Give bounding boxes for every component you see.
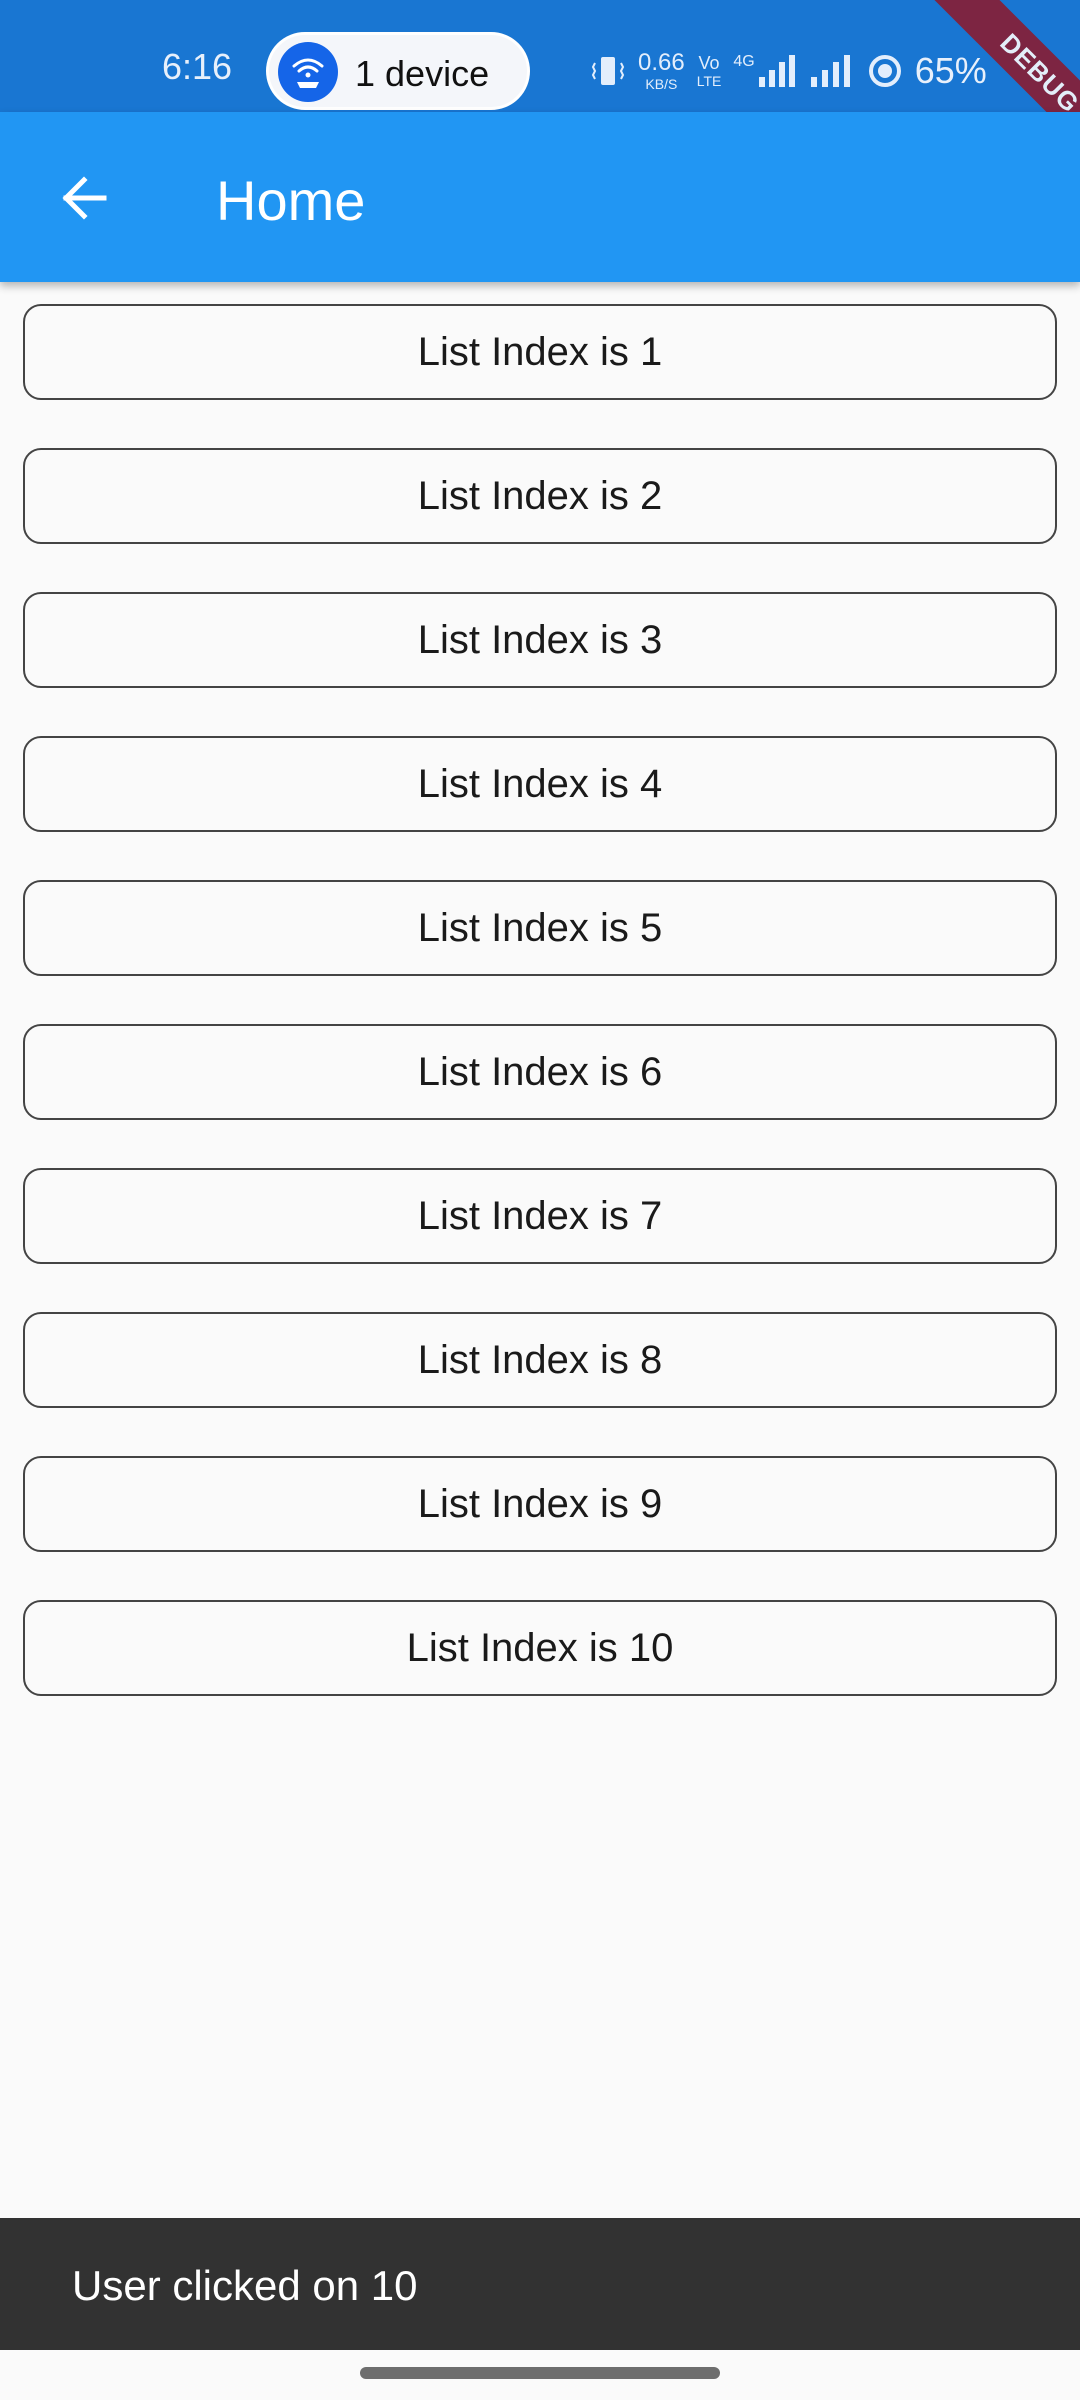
snackbar: User clicked on 10 — [0, 2218, 1080, 2350]
vibrate-icon — [590, 51, 626, 91]
network-type: 4G — [733, 53, 755, 70]
app-bar: Home — [0, 112, 1080, 282]
battery-percent: 65% — [914, 50, 987, 91]
arrow-back-icon — [62, 176, 107, 220]
list-item[interactable]: List Index is 3 — [23, 592, 1057, 688]
list-item[interactable]: List Index is 2 — [23, 448, 1057, 544]
index-list: List Index is 1 List Index is 2 List Ind… — [23, 304, 1057, 1744]
list-item[interactable]: List Index is 10 — [23, 1600, 1057, 1696]
hotspot-label: 1 device — [355, 53, 490, 94]
net-speed-value: 0.66 — [638, 49, 685, 76]
list-item[interactable]: List Index is 1 — [23, 304, 1057, 400]
volte-indicator: Vo LTE — [697, 54, 722, 88]
hotspot-indicator[interactable]: 1 device — [266, 32, 530, 110]
volte-bottom: LTE — [696, 73, 722, 89]
list-item[interactable]: List Index is 8 — [23, 1312, 1057, 1408]
signal-icon — [809, 53, 855, 89]
net-speed: 0.66 KB/S — [638, 49, 685, 92]
snackbar-message: User clicked on 10 — [72, 2262, 418, 2309]
status-time: 6:16 — [162, 46, 233, 87]
back-button[interactable] — [36, 156, 132, 240]
page-title: Home — [216, 169, 366, 232]
list-item[interactable]: List Index is 4 — [23, 736, 1057, 832]
gesture-handle[interactable] — [360, 2367, 720, 2379]
signal-icon: 4G — [733, 53, 796, 89]
battery-icon — [867, 53, 903, 89]
list-item[interactable]: List Index is 6 — [23, 1024, 1057, 1120]
list-item[interactable]: List Index is 9 — [23, 1456, 1057, 1552]
status-icons: 0.66 KB/S Vo LTE 4G 65% — [590, 46, 987, 96]
volte-top: Vo — [698, 53, 720, 73]
hotspot-icon — [278, 42, 338, 102]
net-speed-unit: KB/S — [645, 76, 678, 92]
status-bar: 6:16 1 device 0.66 KB/S Vo LTE 4G 65% — [0, 0, 1080, 112]
list-item[interactable]: List Index is 5 — [23, 880, 1057, 976]
list-item[interactable]: List Index is 7 — [23, 1168, 1057, 1264]
